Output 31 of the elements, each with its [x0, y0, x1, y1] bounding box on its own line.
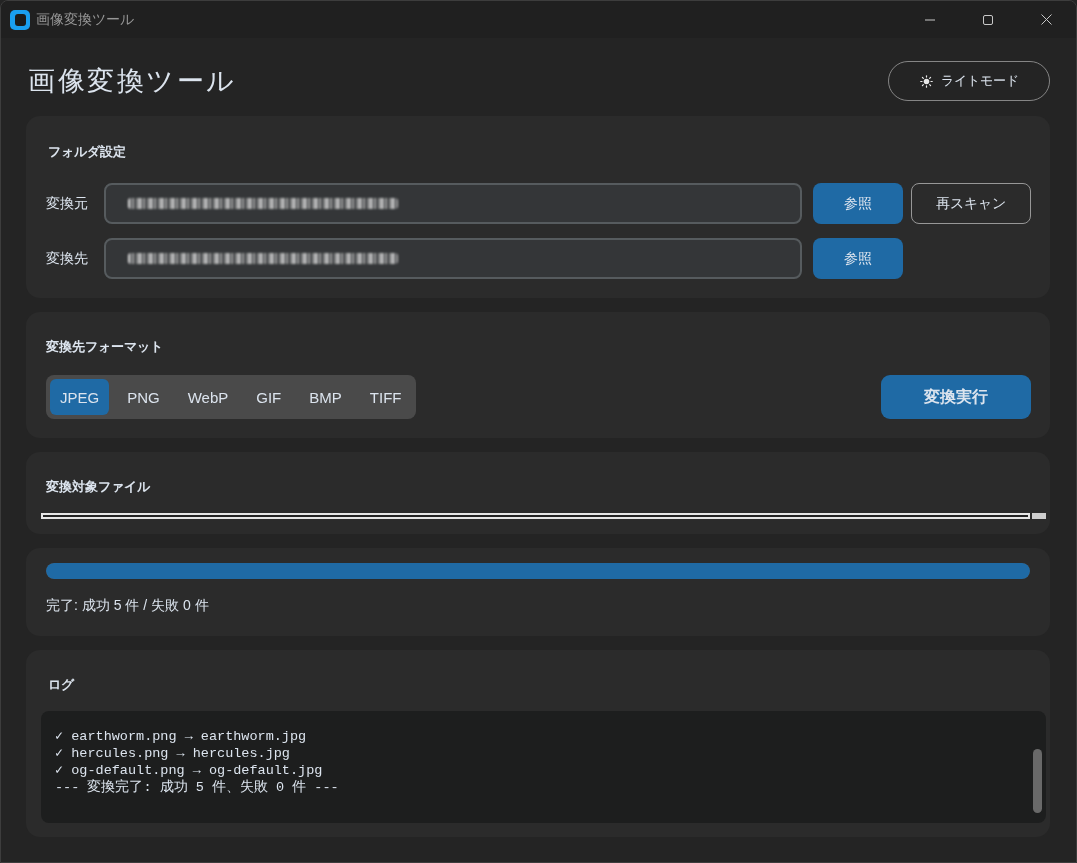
log-line: ✓ og-default.png → og-default.jpg [55, 762, 323, 779]
convert-button[interactable]: 変換実行 [881, 375, 1031, 419]
scrollbar-thumb[interactable] [1032, 513, 1046, 519]
format-option[interactable]: JPEG [50, 379, 110, 415]
field-label: 変換先 [46, 249, 88, 268]
sun-icon [919, 74, 933, 88]
format-option[interactable]: BMP [299, 379, 352, 415]
app-title: 画像変換ツール [28, 65, 237, 98]
scrollbar-thumb[interactable] [1033, 749, 1042, 813]
section-title: フォルダ設定 [48, 143, 126, 161]
format-option[interactable]: WebP [177, 379, 239, 415]
maximize-icon[interactable] [983, 14, 993, 25]
path-input-field[interactable] [104, 183, 802, 224]
section-title: 変換対象ファイル [46, 478, 150, 496]
app-icon [10, 9, 30, 30]
section-title: ログ [48, 676, 74, 694]
close-icon[interactable] [1041, 14, 1052, 25]
format-option[interactable]: PNG [117, 379, 170, 415]
browse-button[interactable]: 参照 [813, 238, 903, 279]
log-line: ✓ earthworm.png → earthworm.jpg [55, 728, 307, 745]
format-option[interactable]: GIF [246, 379, 292, 415]
field-label: 変換元 [46, 194, 88, 213]
window-title: 画像変換ツール [36, 10, 134, 29]
browse-button[interactable]: 参照 [813, 183, 903, 224]
rescan-button[interactable]: 再スキャン [911, 183, 1031, 224]
log-line: --- 変換完了: 成功 5 件、失敗 0 件 --- [55, 779, 339, 796]
log-line: ✓ hercules.png → hercules.jpg [55, 745, 290, 762]
path-input-field[interactable] [104, 238, 802, 279]
section-title: 変換先フォーマット [46, 338, 163, 356]
format-option[interactable]: TIFF [359, 379, 412, 415]
status-text: 完了: 成功 5 件 / 失敗 0 件 [46, 596, 209, 615]
